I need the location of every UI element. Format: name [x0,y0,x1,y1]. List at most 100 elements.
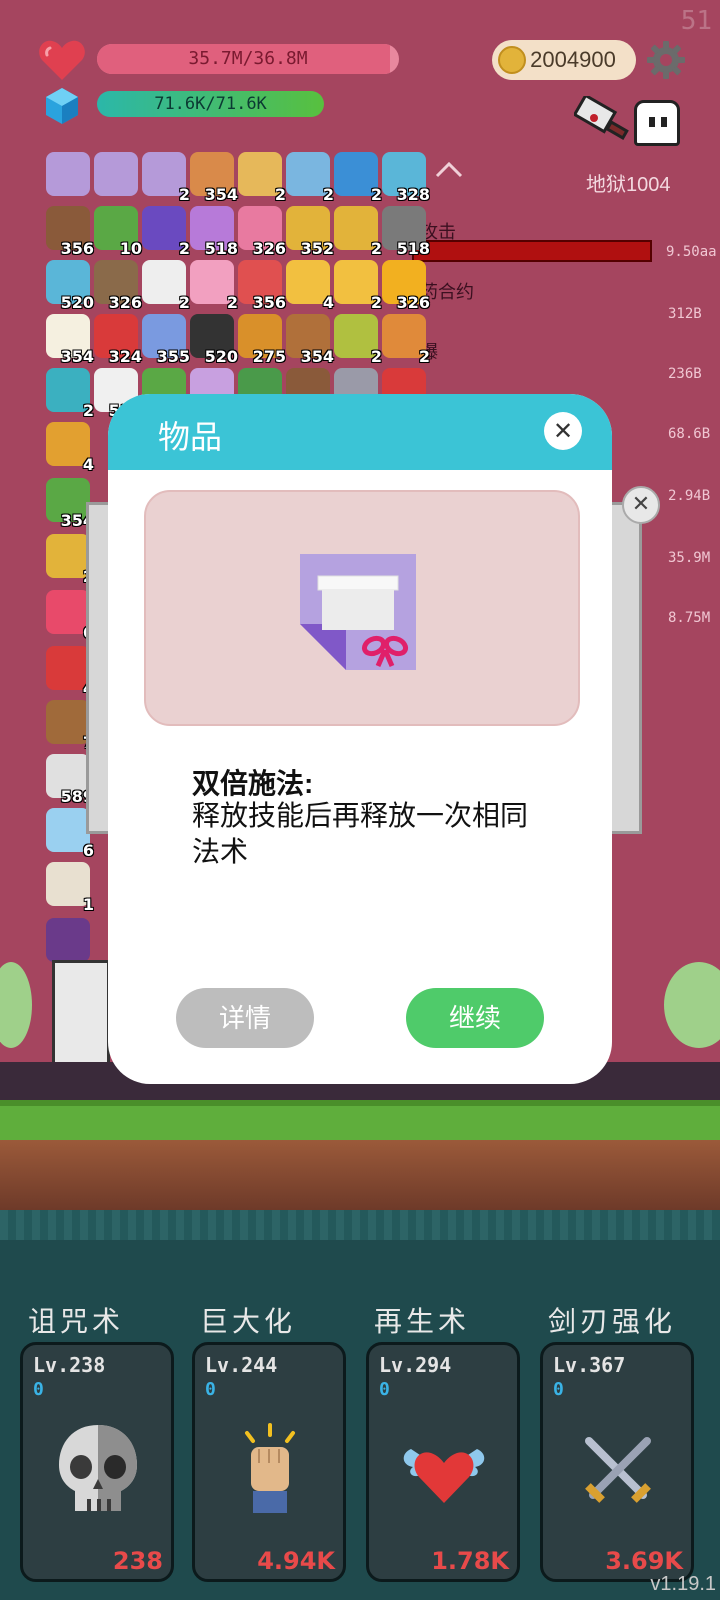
box-icon[interactable]: 2 [142,152,190,204]
skill-card-regenerate[interactable]: Lv.294 0 1.78K [366,1342,520,1582]
sun-icon[interactable]: 4 [286,260,334,312]
modal-header: 物品 ✕ [108,394,612,470]
item-count: 10 [119,239,142,258]
continue-button[interactable]: 继续 [406,988,544,1048]
item-count: 2 [370,185,382,204]
egg-icon[interactable]: 354 [46,314,94,366]
potion-icon[interactable]: 326 [238,206,286,258]
skill-cost: 4.94K [257,1547,335,1575]
red-card-icon[interactable]: 324 [94,314,142,366]
book-icon[interactable]: 2 [238,152,286,204]
spellbook-icon[interactable]: 354 [286,314,334,366]
flame-icon[interactable]: 6 [46,590,94,642]
item-count: 2 [178,185,190,204]
item-count: 520 [60,293,94,312]
close-icon[interactable]: ✕ [622,486,660,524]
close-icon[interactable]: ✕ [544,412,582,450]
monster-icon[interactable] [46,918,90,962]
shield-icon[interactable]: 356 [46,206,94,258]
skull-icon [59,1425,137,1511]
flower-icon[interactable]: 518 [190,206,238,258]
star-card-icon[interactable]: 2 [334,152,382,204]
skill-card-blade-enhance[interactable]: Lv.367 0 3.69K [540,1342,694,1582]
item-name: 双倍施法: [192,768,314,799]
skill-title: 剑刃强化 [548,1306,677,1337]
feather-icon[interactable]: 354 [190,152,238,204]
box-icon[interactable] [94,152,138,196]
item-count: 326 [252,239,286,258]
item-count: 518 [396,239,430,258]
sunflower-icon[interactable]: 326 [382,260,430,312]
spike-ball-icon[interactable]: 518 [382,206,430,258]
pen-icon[interactable]: 328 [382,152,430,204]
item-count: 2 [418,347,430,366]
wizard-hat-icon[interactable]: 2 [142,206,190,258]
skill-points: 0 [553,1379,564,1400]
skill-cost: 1.78K [431,1547,509,1575]
molecule-icon[interactable]: 2 [286,152,334,204]
coins-icon[interactable]: 352 [286,206,334,258]
card-icon[interactable]: 10 [94,206,142,258]
item-count: 4 [322,293,334,312]
knight-character [52,960,110,1072]
skill-points: 0 [379,1379,390,1400]
spade-card-icon[interactable]: 2 [142,260,190,312]
pie-icon[interactable]: 275 [238,314,286,366]
ice-icon[interactable]: 6 [46,808,94,860]
melon-icon[interactable]: 2 [334,314,382,366]
map-pin-icon[interactable]: 4 [46,646,94,698]
open-book-icon[interactable]: 1 [46,862,94,914]
modal-title: 物品 [158,419,223,455]
item-count: 354 [300,347,334,366]
bird-icon[interactable]: 520 [46,260,94,312]
pineapple-icon[interactable]: 2 [334,206,382,258]
item-count: 352 [300,239,334,258]
target-icon[interactable]: 2 [46,368,94,420]
gift-box-icon [300,554,416,670]
box-icon[interactable] [46,152,90,196]
sundae-icon[interactable]: 2 [190,260,238,312]
item-count: 326 [396,293,430,312]
item-count: 354 [204,185,238,204]
item-count: 520 [204,347,238,366]
item-count: 275 [252,347,286,366]
watermelon-icon[interactable]: 354 [46,478,94,530]
item-count: 356 [60,239,94,258]
details-button[interactable]: 详情 [176,988,314,1048]
item-count: 518 [204,239,238,258]
skill-card-enlarge[interactable]: Lv.244 0 4.94K [192,1342,346,1582]
scroll-icon[interactable]: 4 [46,422,94,474]
skill-level: Lv.367 [553,1353,626,1377]
item-count: 2 [274,185,286,204]
briefcase-icon[interactable]: 2 [382,314,430,366]
coconut-icon[interactable]: 326 [94,260,142,312]
tree [664,962,720,1048]
robot-icon[interactable]: 589 [46,754,94,806]
item-count: 4 [82,455,94,474]
crown-icon[interactable]: 2 [334,260,382,312]
pill-icon[interactable]: 355 [142,314,190,366]
skill-cost: 238 [112,1547,163,1575]
boot-icon[interactable]: 356 [238,260,286,312]
dirt-ground [0,1140,720,1210]
item-count: 2 [370,239,382,258]
skill-level: Lv.294 [379,1353,452,1377]
winged-heart-icon [403,1449,485,1503]
beer-icon[interactable]: 2 [46,534,94,586]
skill-points: 0 [33,1379,44,1400]
skill-card-curse[interactable]: Lv.238 0 238 [20,1342,174,1582]
item-count: 324 [108,347,142,366]
skill-points: 0 [205,1379,216,1400]
item-count: 356 [252,293,286,312]
pirate-flag-icon[interactable]: 520 [190,314,238,366]
item-count: 2 [178,293,190,312]
item-count: 2 [322,185,334,204]
item-count: 1 [82,895,94,914]
skill-title: 再生术 [374,1306,471,1337]
skill-title: 诅咒术 [28,1306,125,1337]
item-modal: 物品 ✕ 双倍施法: 释放技能后再释放一次相同法术 详情 继续 [108,394,612,1084]
item-description: 释放技能后再释放一次相同法术 [192,800,529,867]
item-count: 2 [370,293,382,312]
bow-icon[interactable]: 7 [46,700,94,752]
item-count: 354 [60,347,94,366]
